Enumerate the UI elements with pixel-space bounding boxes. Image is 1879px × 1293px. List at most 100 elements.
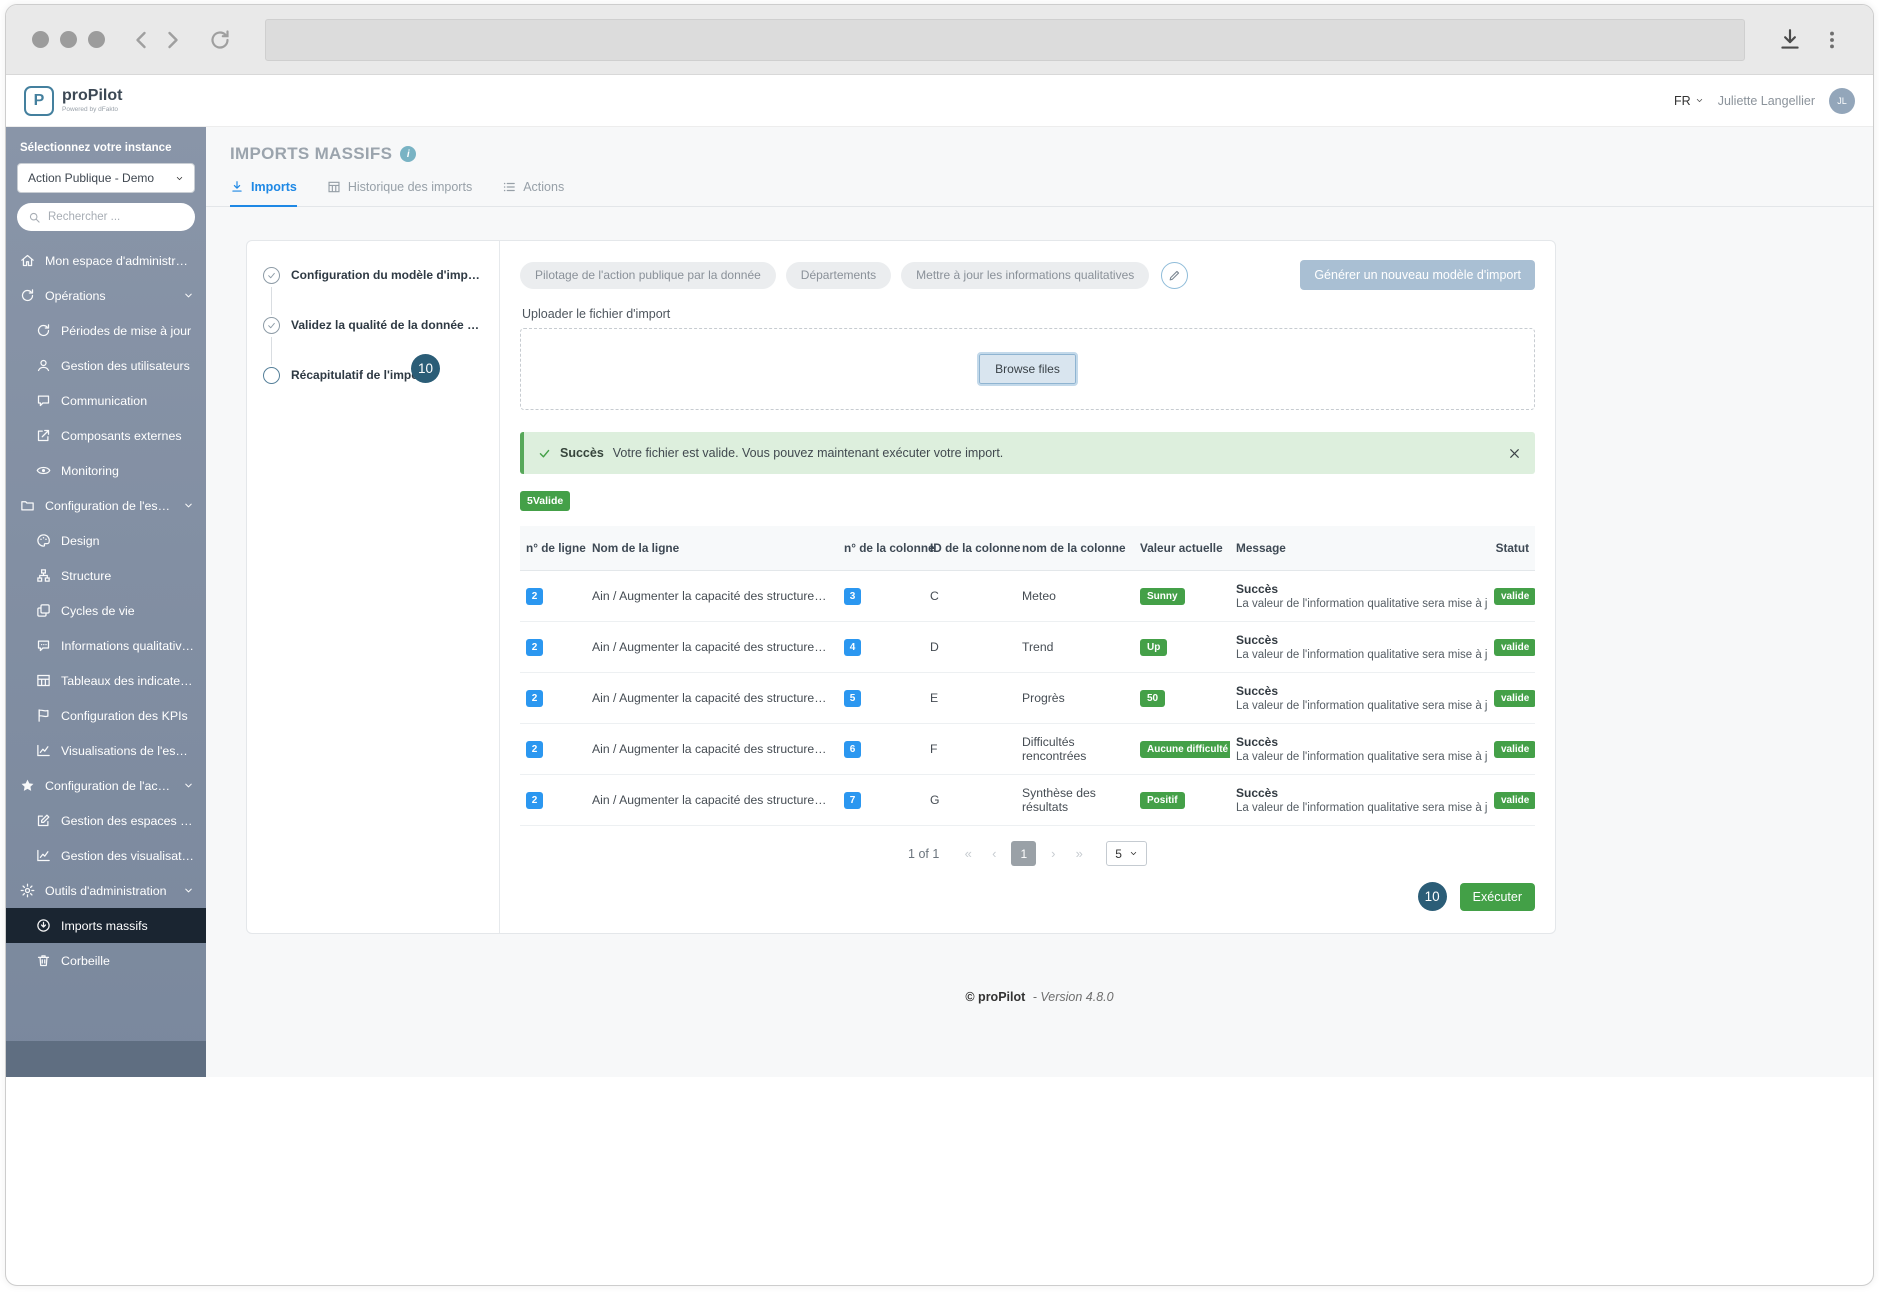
previous-page-button[interactable]: ‹ bbox=[983, 842, 1005, 866]
tab-import-history[interactable]: Historique des imports bbox=[327, 180, 472, 207]
sidebar-item-structure[interactable]: Structure bbox=[6, 558, 206, 593]
sidebar-item-mass-imports[interactable]: Imports massifs bbox=[6, 908, 206, 943]
sidebar-item-monitoring[interactable]: Monitoring bbox=[6, 453, 206, 488]
sidebar-item-label: Communication bbox=[61, 394, 147, 408]
sidebar-item-label: Corbeille bbox=[61, 954, 110, 968]
page-size-select[interactable]: 5 bbox=[1106, 841, 1147, 866]
column-number-badge: 5 bbox=[844, 690, 861, 707]
user-icon bbox=[36, 358, 51, 373]
window-control-dot[interactable] bbox=[32, 31, 49, 48]
sidebar-footer-strip bbox=[6, 1041, 206, 1077]
sidebar-item-space-visualizations[interactable]: Visualisations de l'espa... bbox=[6, 733, 206, 768]
download-button[interactable] bbox=[1775, 25, 1805, 55]
sidebar-item-visualization-management[interactable]: Gestion des visualisatio... bbox=[6, 838, 206, 873]
import-config-row: Pilotage de l'action publique par la don… bbox=[520, 260, 1535, 290]
browser-menu-button[interactable] bbox=[1817, 25, 1847, 55]
step-import-summary[interactable]: Récapitulatif de l'import 10 bbox=[263, 367, 483, 417]
generate-model-button[interactable]: Générer un nouveau modèle d'import bbox=[1300, 260, 1535, 290]
sidebar-item-kpi-configuration[interactable]: Configuration des KPIs bbox=[6, 698, 206, 733]
forward-button[interactable] bbox=[157, 25, 187, 55]
next-page-button[interactable]: › bbox=[1042, 842, 1064, 866]
instance-select-value: Action Publique - Demo bbox=[28, 171, 154, 185]
message-title: Succès bbox=[1236, 582, 1482, 596]
url-bar[interactable] bbox=[265, 19, 1745, 61]
sidebar-group-home-configuration[interactable]: Configuration de l'accueil bbox=[6, 768, 206, 803]
tab-imports[interactable]: Imports bbox=[230, 180, 297, 207]
sidebar-item-space-management[interactable]: Gestion des espaces de... bbox=[6, 803, 206, 838]
column-id-cell: D bbox=[924, 622, 1016, 673]
message-text: La valeur de l'information qualitative s… bbox=[1236, 598, 1482, 610]
current-value-badge: Sunny bbox=[1140, 588, 1185, 605]
column-number-badge: 6 bbox=[844, 741, 861, 758]
window-control-dot[interactable] bbox=[60, 31, 77, 48]
column-header: ID de la colonne bbox=[924, 526, 1016, 571]
app-window: P proPilot Powered by dFakto FR Juliette… bbox=[5, 4, 1874, 1286]
import-pane: Pilotage de l'action publique par la don… bbox=[500, 241, 1555, 933]
success-alert: Succès Votre fichier est valide. Vous po… bbox=[520, 432, 1535, 474]
sidebar-item-communication[interactable]: Communication bbox=[6, 383, 206, 418]
step-done-icon bbox=[263, 267, 280, 284]
sidebar-group-space-configuration[interactable]: Configuration de l'espace de ... bbox=[6, 488, 206, 523]
sidebar-item-lifecycles[interactable]: Cycles de vie bbox=[6, 593, 206, 628]
refresh-icon bbox=[36, 323, 51, 338]
browse-files-button[interactable]: Browse files bbox=[979, 354, 1076, 384]
line-name-cell: Ain / Augmenter la capacité des structur… bbox=[586, 622, 838, 673]
current-page-button[interactable]: 1 bbox=[1011, 841, 1036, 866]
page-info: 1 of 1 bbox=[908, 847, 939, 861]
annotation-badge-10: 10 bbox=[411, 354, 440, 383]
sidebar-item-design[interactable]: Design bbox=[6, 523, 206, 558]
refresh-button[interactable] bbox=[205, 25, 235, 55]
status-badge: valide bbox=[1494, 588, 1535, 605]
page-title: IMPORTS MASSIFS bbox=[230, 144, 392, 164]
sidebar-item-qualitative-info[interactable]: Informations qualitatives bbox=[6, 628, 206, 663]
tab-actions[interactable]: Actions bbox=[502, 180, 564, 207]
window-control-dot[interactable] bbox=[88, 31, 105, 48]
sidebar-item-trash[interactable]: Corbeille bbox=[6, 943, 206, 978]
language-selector[interactable]: FR bbox=[1674, 94, 1704, 108]
sidebar-group-operations[interactable]: Opérations bbox=[6, 278, 206, 313]
message-title: Succès bbox=[1236, 633, 1482, 647]
step-label: Validez la qualité de la donnée avant l'… bbox=[291, 317, 483, 334]
sidebar-item-label: Composants externes bbox=[61, 429, 182, 443]
chat-icon bbox=[36, 393, 51, 408]
step-data-validation[interactable]: Validez la qualité de la donnée avant l'… bbox=[263, 317, 483, 367]
sidebar-item-label: Structure bbox=[61, 569, 111, 583]
sidebar-item-admin-space[interactable]: Mon espace d'administration bbox=[6, 243, 206, 278]
hierarchy-icon bbox=[36, 568, 51, 583]
table-row: 2 Ain / Augmenter la capacité des struct… bbox=[520, 673, 1535, 724]
sidebar-item-external-components[interactable]: Composants externes bbox=[6, 418, 206, 453]
sidebar-group-admin-tools[interactable]: Outils d'administration bbox=[6, 873, 206, 908]
download-icon bbox=[1777, 27, 1803, 53]
tab-bar: Imports Historique des imports Actions bbox=[206, 164, 1873, 207]
line-number-badge: 2 bbox=[526, 792, 543, 809]
step-label: Configuration du modèle d'import bbox=[291, 267, 483, 284]
first-page-button[interactable]: « bbox=[957, 842, 979, 866]
table-row: 2 Ain / Augmenter la capacité des struct… bbox=[520, 775, 1535, 826]
sidebar-item-user-management[interactable]: Gestion des utilisateurs bbox=[6, 348, 206, 383]
file-dropzone[interactable]: Browse files bbox=[520, 328, 1535, 410]
refresh-icon bbox=[208, 28, 232, 52]
avatar[interactable]: JL bbox=[1829, 88, 1855, 114]
message-cell: Succès La valeur de l'information qualit… bbox=[1230, 775, 1488, 826]
line-name-cell: Ain / Augmenter la capacité des structur… bbox=[586, 673, 838, 724]
alert-close-button[interactable] bbox=[1508, 447, 1521, 460]
column-header: Message bbox=[1230, 526, 1488, 571]
pagination: 1 of 1 « ‹ 1 › » 5 bbox=[520, 826, 1535, 870]
search-input[interactable] bbox=[48, 211, 184, 223]
footer-version: - Version 4.8.0 bbox=[1033, 990, 1114, 1004]
sidebar-item-label: Périodes de mise à jour bbox=[61, 324, 191, 338]
sidebar-item-update-periods[interactable]: Périodes de mise à jour bbox=[6, 313, 206, 348]
table-row: 2 Ain / Augmenter la capacité des struct… bbox=[520, 622, 1535, 673]
message-title: Succès bbox=[1236, 735, 1482, 749]
import-tab-icon bbox=[230, 180, 244, 194]
column-name-cell: Difficultés rencontrées bbox=[1016, 724, 1134, 775]
info-icon[interactable] bbox=[400, 146, 416, 162]
instance-select[interactable]: Action Publique - Demo bbox=[17, 163, 195, 193]
execute-button[interactable]: Exécuter bbox=[1460, 883, 1535, 911]
back-button[interactable] bbox=[127, 25, 157, 55]
column-header: Statut bbox=[1488, 526, 1535, 571]
edit-model-button[interactable] bbox=[1161, 262, 1188, 289]
sidebar-item-indicator-tables[interactable]: Tableaux des indicateurs bbox=[6, 663, 206, 698]
last-page-button[interactable]: » bbox=[1068, 842, 1090, 866]
step-model-configuration[interactable]: Configuration du modèle d'import bbox=[263, 267, 483, 317]
